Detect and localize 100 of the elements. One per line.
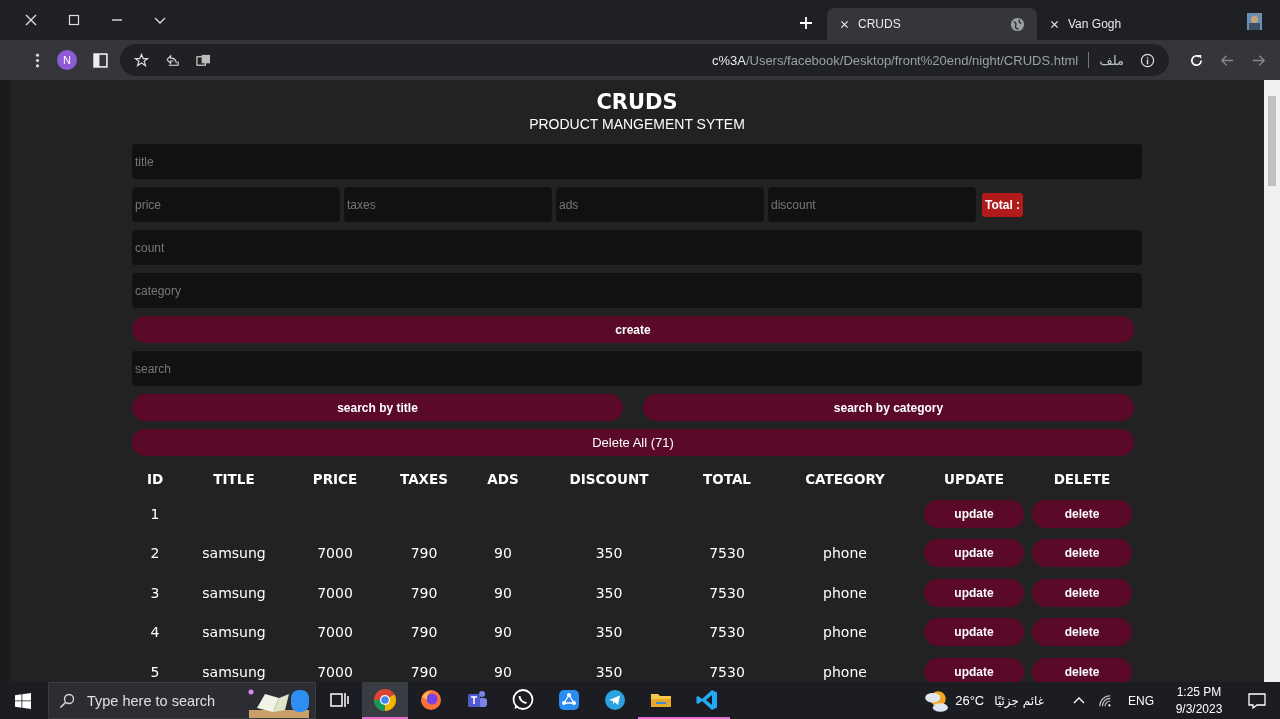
table-cell: 90 <box>494 545 512 562</box>
count-input[interactable]: count <box>132 230 1142 265</box>
profile-avatar[interactable]: N <box>57 50 77 70</box>
update-button[interactable]: update <box>924 578 1024 607</box>
update-button[interactable]: update <box>924 657 1024 682</box>
number-input[interactable]: discount <box>768 187 976 222</box>
table-cell: 7530 <box>709 584 745 601</box>
clock-time: 1:25 PM <box>1176 685 1222 699</box>
update-button[interactable]: update <box>924 618 1024 647</box>
table-cell: 790 <box>410 584 438 601</box>
delete-all-button[interactable]: Delete All (71) <box>132 429 1134 456</box>
table-cell: 4 <box>150 624 160 641</box>
number-input[interactable]: ads <box>556 187 764 222</box>
table-cell: 350 <box>595 545 623 562</box>
taskbar-search-field[interactable]: Type here to search <box>48 682 316 719</box>
scheme-label: ملف <box>1099 52 1124 68</box>
column-header: DELETE <box>1053 471 1111 487</box>
maximize-icon[interactable] <box>67 13 81 27</box>
table-cell: 790 <box>410 545 438 562</box>
table-cell: 7530 <box>709 624 745 641</box>
side-panel-icon[interactable] <box>93 52 108 68</box>
column-header: UPDATE <box>944 471 1004 487</box>
share-icon[interactable] <box>165 52 180 68</box>
category-input[interactable]: category <box>132 273 1142 308</box>
translate-icon[interactable] <box>196 52 211 68</box>
close-icon[interactable] <box>1049 18 1060 30</box>
table-cell: 7000 <box>317 584 353 601</box>
wifi-icon[interactable] <box>1098 693 1112 708</box>
delete-button[interactable]: delete <box>1032 618 1132 647</box>
avatar-icon[interactable] <box>1247 13 1262 30</box>
column-header: CATEGORY <box>805 471 885 487</box>
table-cell: 7530 <box>709 663 745 680</box>
number-input[interactable]: taxes <box>344 187 552 222</box>
table-cell: 1 <box>150 505 160 522</box>
browser-tab[interactable]: CRUDS <box>827 8 1037 40</box>
table-cell: samsung <box>202 663 266 680</box>
table-cell: 3 <box>150 584 160 601</box>
column-header: DISCOUNT <box>569 471 649 487</box>
notification-icon[interactable] <box>1248 692 1266 709</box>
update-button[interactable]: update <box>924 499 1024 528</box>
reload-icon[interactable] <box>1189 52 1204 68</box>
table-cell: 790 <box>410 624 438 641</box>
table-cell: phone <box>823 663 867 680</box>
windows-start-icon[interactable] <box>15 693 31 709</box>
search-button[interactable]: search by title <box>132 394 623 421</box>
table-cell: 90 <box>494 584 512 601</box>
column-header: TAXES <box>400 471 448 487</box>
fox-icon <box>419 687 443 712</box>
search-icon <box>59 692 75 709</box>
table-cell: phone <box>823 624 867 641</box>
url-text[interactable]: c%3A/Users/facebook/Desktop/front%20end/night/CRUDS.html <box>711 52 1079 68</box>
column-header: TITLE <box>213 471 255 487</box>
table-cell: samsung <box>202 545 266 562</box>
delete-button[interactable]: delete <box>1032 539 1132 568</box>
title-input[interactable]: title <box>132 144 1142 179</box>
table-cell: 350 <box>595 584 623 601</box>
new-tab-icon[interactable] <box>799 16 813 30</box>
star-icon[interactable] <box>134 52 149 68</box>
page-subtitle: PRODUCT MANGEMENT SYTEM <box>528 116 746 132</box>
update-button[interactable]: update <box>924 539 1024 568</box>
table-cell: 350 <box>595 624 623 641</box>
code-editor-icon <box>695 687 719 712</box>
language-indicator[interactable]: ENG <box>1128 693 1154 708</box>
delete-button[interactable]: delete <box>1032 499 1132 528</box>
table-cell: 90 <box>494 663 512 680</box>
column-header: TOTAL <box>703 471 751 487</box>
scrollbar-thumb[interactable] <box>1268 96 1276 186</box>
number-input[interactable]: price <box>132 187 340 222</box>
chrome-icon <box>373 687 397 712</box>
info-icon[interactable] <box>1140 52 1155 68</box>
table-cell: 90 <box>494 624 512 641</box>
table-cell: 7000 <box>317 545 353 562</box>
browser-tab[interactable]: Van Gogh <box>1037 8 1247 40</box>
table-cell: phone <box>823 584 867 601</box>
total-badge: Total : <box>982 192 1024 217</box>
table-cell: 7000 <box>317 624 353 641</box>
table-cell: 350 <box>595 663 623 680</box>
temperature-text: 26°C <box>955 693 985 708</box>
taskbar-app[interactable] <box>362 682 408 719</box>
page-title: CRUDS <box>595 90 679 114</box>
close-icon[interactable] <box>839 18 850 30</box>
column-header: ID <box>146 471 164 487</box>
table-cell: 7530 <box>709 545 745 562</box>
delete-button[interactable]: delete <box>1032 657 1132 682</box>
search-button[interactable]: search by category <box>643 394 1134 421</box>
table-cell: 7000 <box>317 663 353 680</box>
globe-icon <box>1010 16 1025 32</box>
column-header: ADS <box>487 471 519 487</box>
table-cell: phone <box>823 545 867 562</box>
delete-button[interactable]: delete <box>1032 578 1132 607</box>
search-input[interactable]: search <box>132 351 1142 386</box>
create-button[interactable]: create <box>132 316 1134 343</box>
table-cell: samsung <box>202 624 266 641</box>
paper-plane-icon <box>603 687 627 712</box>
table-cell: 5 <box>150 663 160 680</box>
table-cell: 2 <box>150 545 160 562</box>
table-cell: samsung <box>202 584 266 601</box>
close-icon[interactable] <box>24 13 38 27</box>
share-app-icon <box>557 687 581 712</box>
table-cell: 790 <box>410 663 438 680</box>
